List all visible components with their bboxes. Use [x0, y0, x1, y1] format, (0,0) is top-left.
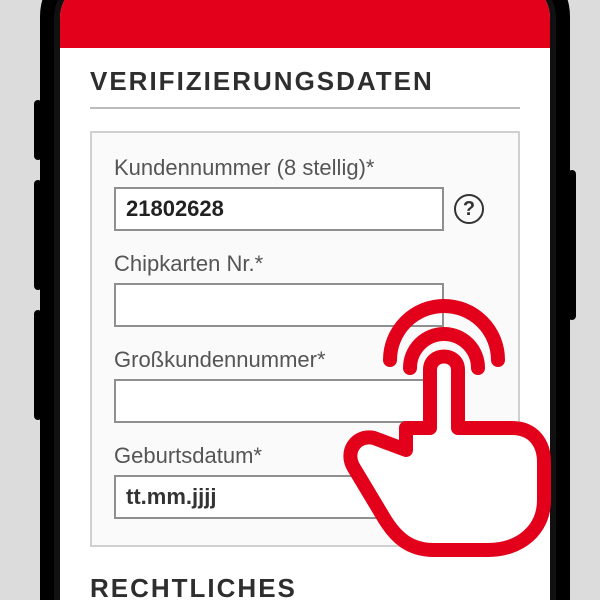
verification-form: Kundennummer (8 stellig)* ? Chipkarten N…	[90, 131, 520, 547]
section-title-verification: VERIFIZIERUNGSDATEN	[90, 66, 520, 97]
customer-number-input[interactable]	[114, 187, 444, 231]
app-header	[60, 0, 550, 48]
section-title-legal: RECHTLICHES	[90, 573, 520, 600]
field-birthdate: Geburtsdatum*	[114, 443, 496, 519]
field-major-customer: Großkundennummer*	[114, 347, 496, 423]
major-customer-input[interactable]	[114, 379, 444, 423]
help-icon[interactable]: ?	[454, 194, 484, 224]
phone-volume-up	[34, 180, 42, 290]
field-chipcard: Chipkarten Nr.*	[114, 251, 496, 327]
phone-frame: VERIFIZIERUNGSDATEN Kundennummer (8 stel…	[40, 0, 570, 600]
help-icon[interactable]: ?	[466, 482, 496, 512]
customer-number-label: Kundennummer (8 stellig)*	[114, 155, 496, 181]
calendar-icon[interactable]	[424, 481, 456, 513]
phone-volume-down	[34, 310, 42, 420]
field-customer-number: Kundennummer (8 stellig)* ?	[114, 155, 496, 231]
phone-power-button	[568, 170, 576, 320]
phone-side-button	[34, 100, 42, 160]
screen: VERIFIZIERUNGSDATEN Kundennummer (8 stel…	[60, 0, 550, 600]
chipcard-label: Chipkarten Nr.*	[114, 251, 496, 277]
chipcard-input[interactable]	[114, 283, 444, 327]
birthdate-label: Geburtsdatum*	[114, 443, 496, 469]
major-customer-label: Großkundennummer*	[114, 347, 496, 373]
birthdate-input[interactable]	[114, 475, 414, 519]
divider	[90, 107, 520, 109]
